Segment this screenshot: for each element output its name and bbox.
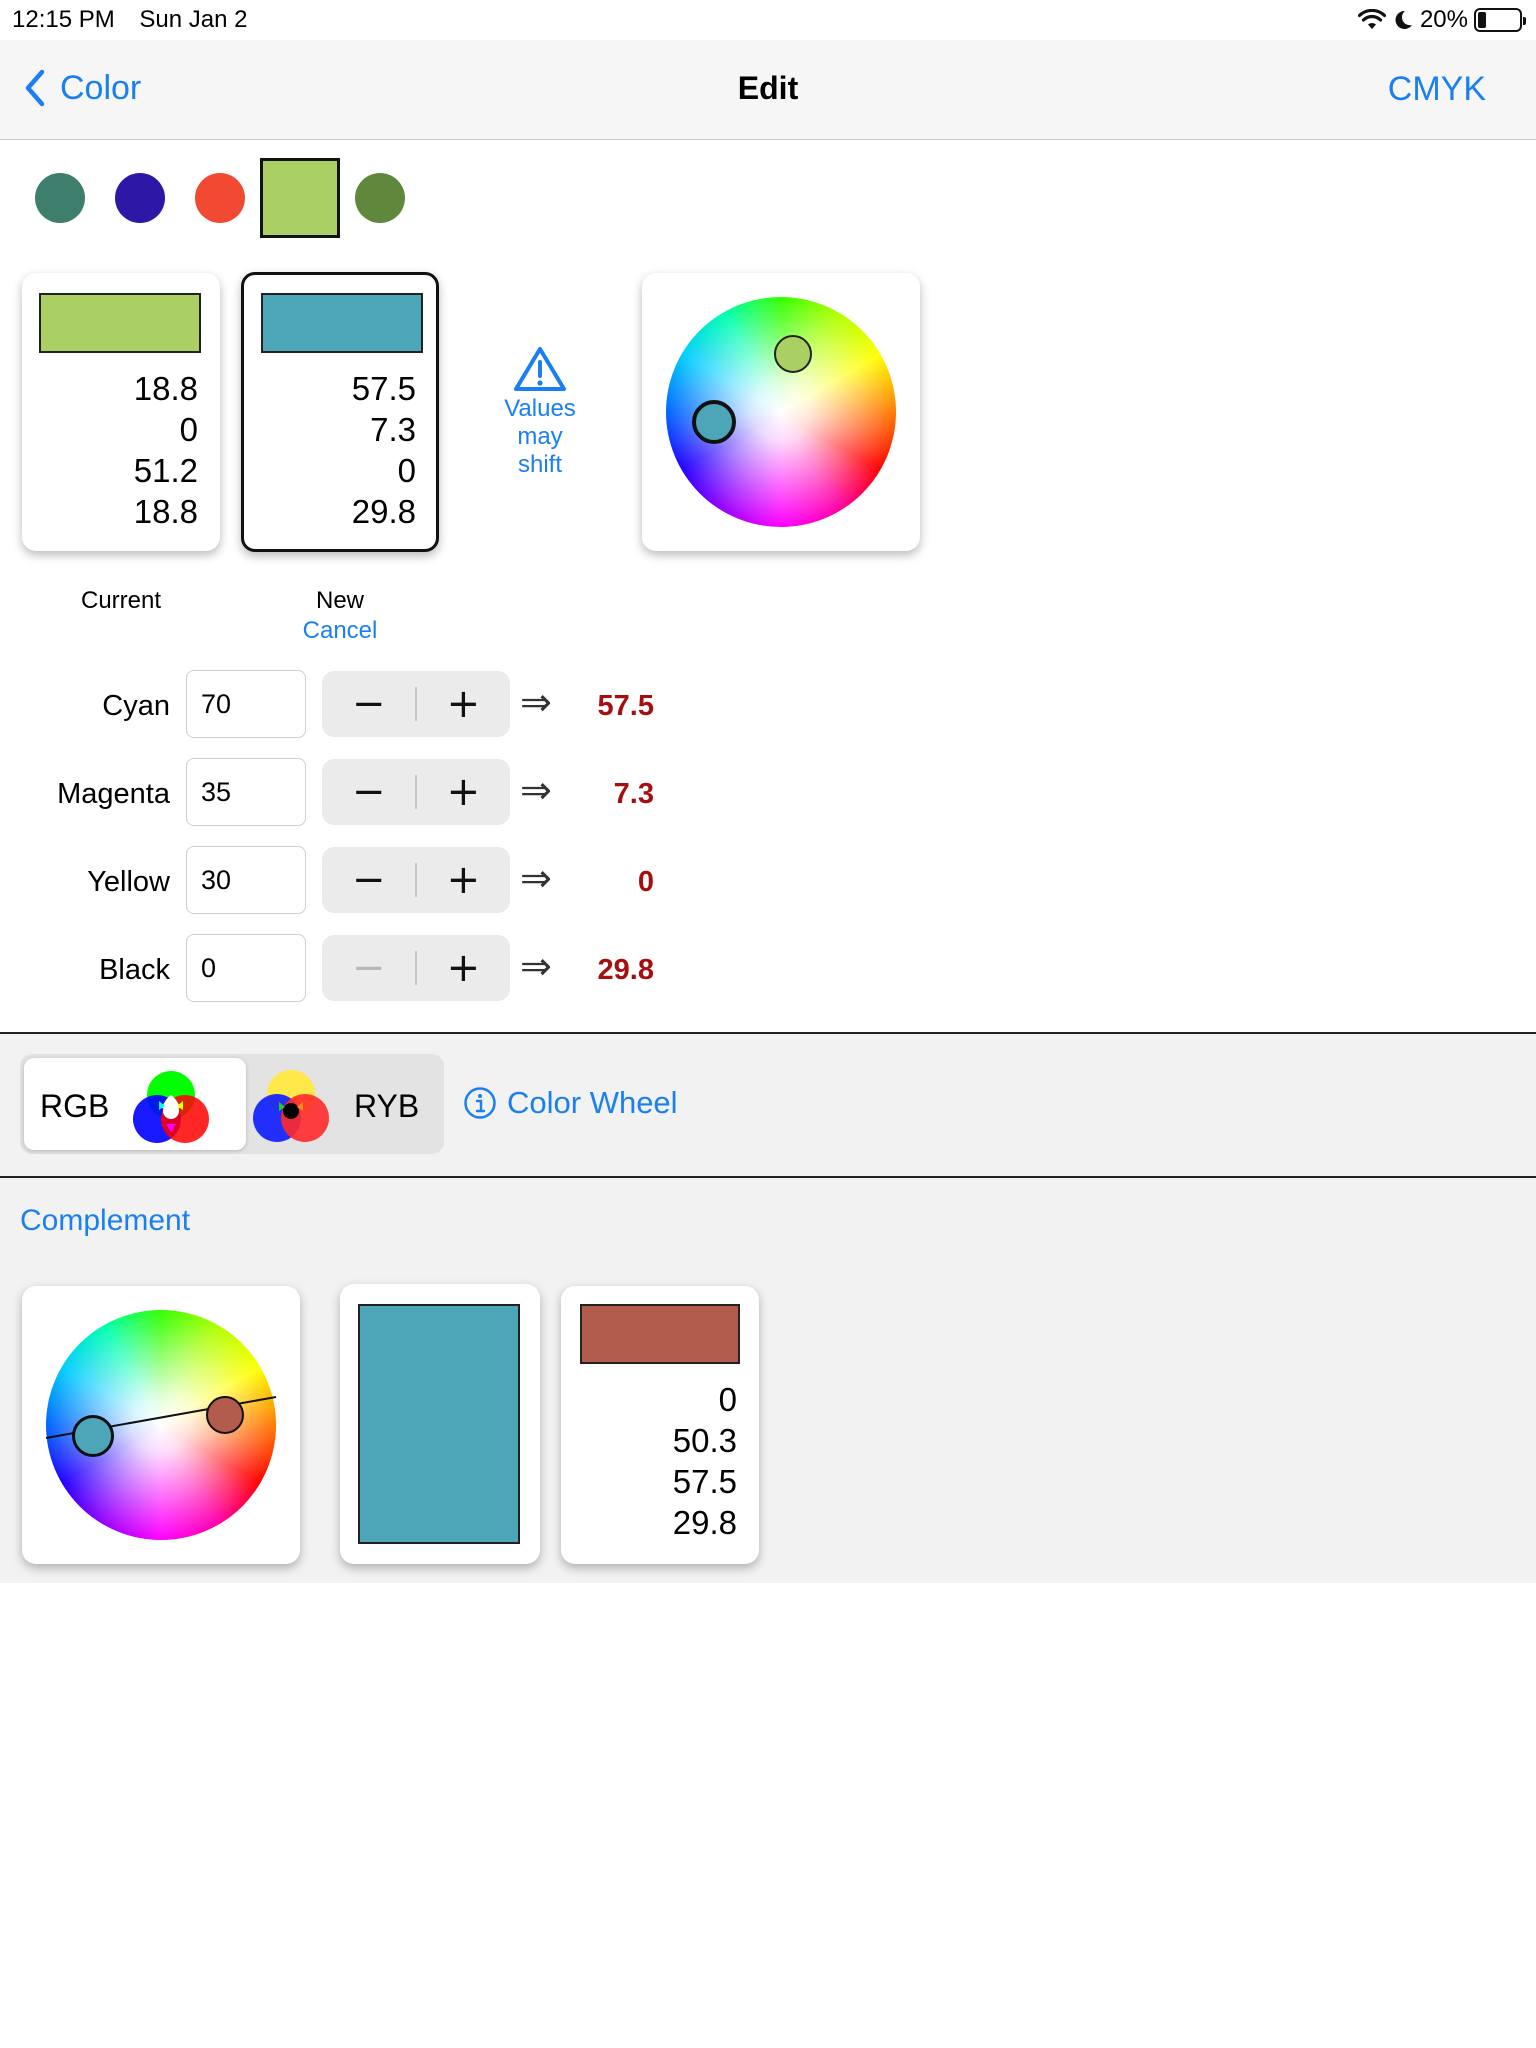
current-caption: Current: [80, 587, 162, 614]
new-value-c: 57.5: [351, 370, 416, 407]
black-stepper[interactable]: − +: [322, 935, 510, 1001]
wifi-icon: [1357, 9, 1386, 29]
complement-line: [45, 1396, 277, 1439]
cyan-stepper[interactable]: − +: [322, 671, 510, 737]
rgb-label: RGB: [40, 1088, 110, 1124]
status-bar-right: 20%: [1357, 6, 1526, 34]
arrow-icon: ⇒: [520, 856, 552, 900]
yellow-stepper[interactable]: − +: [322, 847, 510, 913]
black-label: Black: [99, 954, 170, 986]
battery-icon: [1474, 8, 1526, 32]
complement-color-marker[interactable]: [206, 1396, 244, 1434]
swatch-5[interactable]: [355, 173, 405, 223]
new-value-m: 7.3: [370, 411, 416, 448]
color-wheel-card[interactable]: [642, 273, 920, 551]
battery-percent: 20%: [1419, 6, 1468, 33]
status-date: Sun Jan 2: [139, 6, 248, 33]
new-value-k: 29.8: [351, 493, 416, 530]
current-value-k: 18.8: [133, 493, 198, 530]
ryb-venn-icon: [253, 1070, 329, 1142]
complement-label[interactable]: Complement: [20, 1204, 190, 1238]
moon-icon: [1395, 10, 1412, 29]
yellow-decrement-button[interactable]: −: [322, 847, 415, 913]
current-color-preview: [39, 293, 201, 353]
swatch-1[interactable]: [35, 173, 85, 223]
magenta-increment-button[interactable]: +: [417, 759, 510, 825]
swatch-3[interactable]: [195, 173, 245, 223]
magenta-decrement-button[interactable]: −: [322, 759, 415, 825]
magenta-input[interactable]: [186, 758, 306, 826]
new-values: 57.5 7.3 0 29.8: [352, 368, 416, 532]
warning-text: Values may shift: [480, 395, 600, 479]
magenta-stepper[interactable]: − +: [322, 759, 510, 825]
cyan-input[interactable]: [186, 670, 306, 738]
cyan-decrement-button[interactable]: −: [322, 671, 415, 737]
complement-value-m: 50.3: [672, 1422, 737, 1459]
new-color-fill: [358, 1304, 520, 1544]
black-increment-button[interactable]: +: [417, 935, 510, 1001]
status-time: 12:15 PM: [12, 6, 115, 33]
rgb-segment[interactable]: RGB: [24, 1058, 246, 1150]
new-color-marker[interactable]: [72, 1415, 114, 1457]
cancel-button[interactable]: Cancel: [241, 617, 439, 645]
yellow-input[interactable]: [186, 846, 306, 914]
complement-value-c: 0: [718, 1381, 737, 1418]
current-value-m: 0: [179, 411, 198, 448]
cmyk-button[interactable]: CMYK: [1388, 70, 1486, 109]
current-values: 18.8 0 51.2 18.8: [134, 368, 198, 532]
complement-value-k: 29.8: [672, 1504, 737, 1541]
complement-value-y: 57.5: [672, 1463, 737, 1500]
arrow-icon: ⇒: [520, 680, 552, 724]
black-decrement-button[interactable]: −: [322, 935, 415, 1001]
new-value-y: 0: [397, 452, 416, 489]
black-input[interactable]: [186, 934, 306, 1002]
arrow-icon: ⇒: [520, 944, 552, 988]
complement-source-card[interactable]: [340, 1284, 540, 1564]
magenta-result: 7.3: [613, 778, 654, 810]
magenta-label: Magenta: [57, 778, 170, 810]
color-wheel-info-label: Color Wheel: [507, 1085, 678, 1120]
new-color-marker[interactable]: [692, 400, 736, 444]
cyan-label: Cyan: [102, 690, 170, 722]
current-value-c: 18.8: [133, 370, 198, 407]
navigation-bar: Color Edit CMYK: [0, 40, 1536, 140]
complement-wheel-card[interactable]: [22, 1286, 300, 1564]
rgb-venn-icon: [133, 1071, 209, 1143]
ryb-segment[interactable]: RYB: [354, 1088, 419, 1125]
new-color-card[interactable]: 57.5 7.3 0 29.8: [241, 272, 439, 552]
cyan-result: 57.5: [597, 690, 654, 722]
page-title: Edit: [737, 70, 799, 106]
arrow-icon: ⇒: [520, 768, 552, 812]
cyan-increment-button[interactable]: +: [417, 671, 510, 737]
warning-icon: [514, 347, 566, 391]
current-color-marker[interactable]: [774, 335, 812, 373]
swatch-4-selected[interactable]: [260, 158, 340, 238]
info-icon: [464, 1087, 496, 1119]
black-result: 29.8: [597, 954, 654, 986]
new-color-preview: [261, 293, 423, 353]
current-color-card[interactable]: 18.8 0 51.2 18.8: [22, 273, 220, 551]
complement-values: 0 50.3 57.5 29.8: [673, 1379, 737, 1543]
color-wheel-info-button[interactable]: Color Wheel: [463, 1085, 678, 1121]
warning-line-1: Values: [504, 395, 576, 422]
warning-line-3: shift: [517, 451, 562, 478]
values-may-shift-button[interactable]: Values may shift: [480, 345, 600, 479]
swatch-2[interactable]: [115, 173, 165, 223]
yellow-result: 0: [637, 866, 654, 898]
color-model-segmented-control[interactable]: RGB RYB: [20, 1054, 444, 1154]
complement-color-card[interactable]: 0 50.3 57.5 29.8: [561, 1286, 759, 1564]
status-bar-left: 12:15 PM Sun Jan 2: [12, 6, 266, 34]
warning-line-2: may: [517, 423, 563, 450]
complement-color-preview: [580, 1304, 740, 1364]
yellow-increment-button[interactable]: +: [417, 847, 510, 913]
new-caption: New: [315, 587, 364, 614]
yellow-label: Yellow: [87, 866, 170, 898]
current-value-y: 51.2: [133, 452, 198, 489]
